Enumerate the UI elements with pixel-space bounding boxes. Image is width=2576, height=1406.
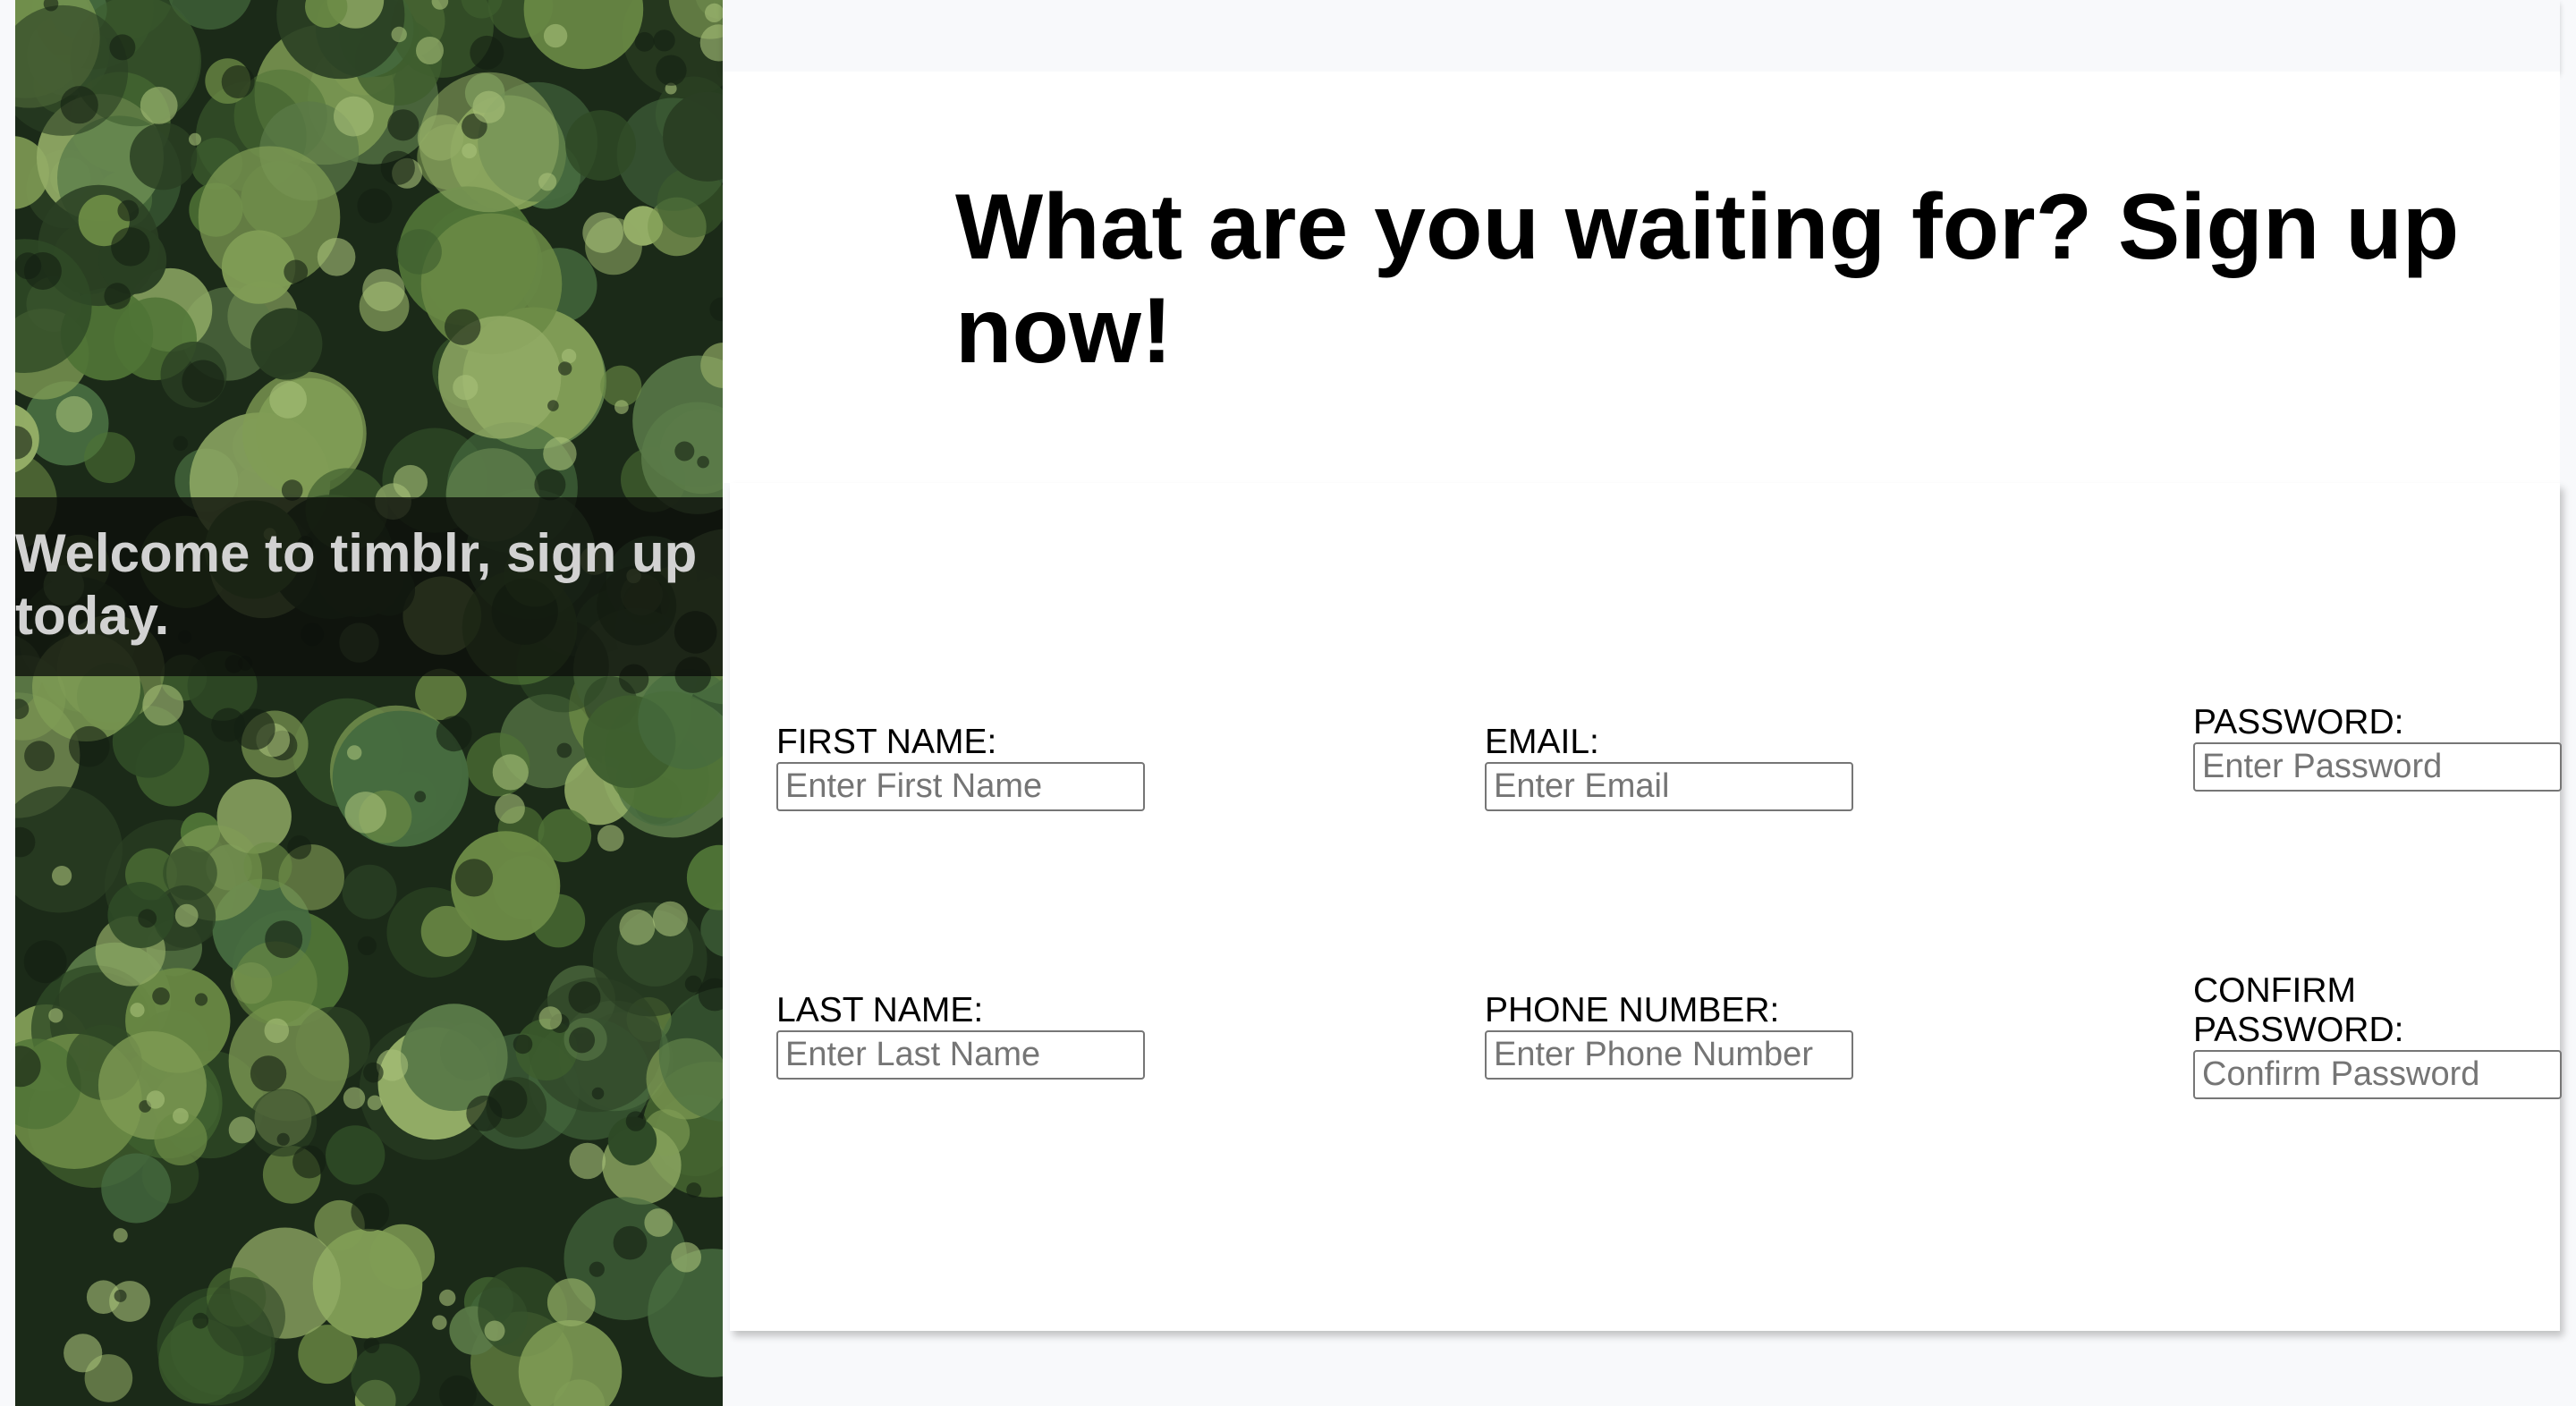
signup-page: Welcome to timblr, sign up today. What a… <box>0 0 2576 1406</box>
page-title: What are you waiting for? Sign up now! <box>955 175 2460 383</box>
email-field: EMAIL: <box>1485 723 1853 811</box>
last-name-label: LAST NAME: <box>776 991 984 1029</box>
phone-number-label: PHONE NUMBER: <box>1485 991 1780 1029</box>
password-field: PASSWORD: <box>2193 703 2562 792</box>
forest-background-image <box>15 0 723 1406</box>
last-name-field: LAST NAME: <box>776 991 1145 1080</box>
phone-number-input[interactable] <box>1485 1030 1853 1080</box>
phone-number-field: PHONE NUMBER: <box>1485 991 1853 1080</box>
password-input[interactable] <box>2193 742 2562 792</box>
first-name-field: FIRST NAME: <box>776 723 1145 811</box>
top-bar <box>723 0 2560 72</box>
email-input[interactable] <box>1485 762 1853 811</box>
hero-panel: Welcome to timblr, sign up today. <box>15 0 723 1406</box>
confirm-password-label: CONFIRM PASSWORD: <box>2193 971 2404 1049</box>
last-name-input[interactable] <box>776 1030 1145 1080</box>
password-label: PASSWORD: <box>2193 703 2404 741</box>
hero-welcome-text: Welcome to timblr, sign up today. <box>15 523 698 646</box>
confirm-password-field: CONFIRM PASSWORD: <box>2193 971 2562 1099</box>
confirm-password-input[interactable] <box>2193 1050 2562 1099</box>
first-name-input[interactable] <box>776 762 1145 811</box>
first-name-label: FIRST NAME: <box>776 723 997 761</box>
signup-form-card <box>730 483 2560 1331</box>
email-label: EMAIL: <box>1485 723 1599 761</box>
